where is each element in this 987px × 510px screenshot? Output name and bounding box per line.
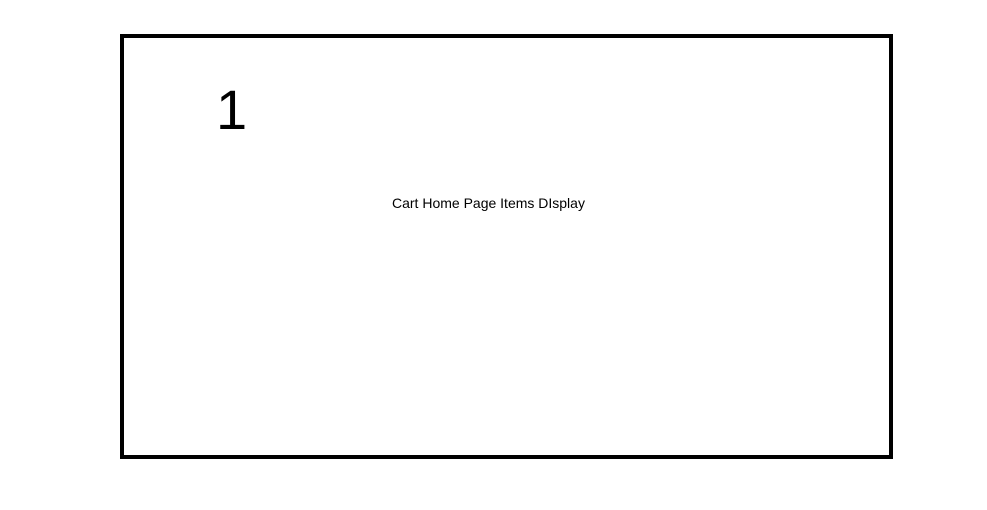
page-caption: Cart Home Page Items DIsplay xyxy=(392,195,585,211)
page-number: 1 xyxy=(216,78,248,141)
wireframe-frame: 1 Cart Home Page Items DIsplay xyxy=(120,34,893,459)
